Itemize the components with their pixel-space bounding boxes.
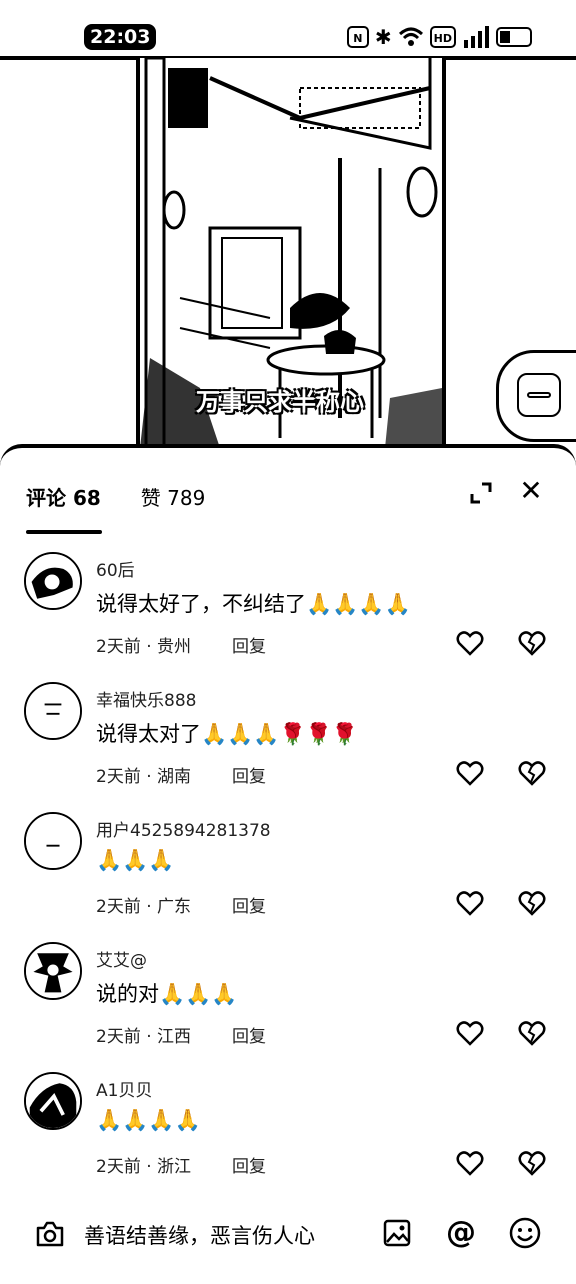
broken-heart-icon[interactable] [518,890,546,916]
comment-time: 2天前 [96,637,141,657]
nfc-icon: N [346,26,369,48]
comment-text: 🙏🙏🙏🙏 [96,1108,201,1132]
active-tab-indicator [26,530,102,534]
comment-time: 2天前 [96,897,141,917]
comment-text: 说得太好了，不纠结了🙏🙏🙏🙏 [96,592,411,616]
status-time: 22:03 [84,24,157,50]
hd-icon: HD [429,26,456,48]
emoji-icon[interactable] [508,1216,542,1250]
status-bar: 22:03 N ✱ HD [0,0,576,52]
mention-icon[interactable]: @ [446,1216,476,1250]
avatar[interactable] [24,552,82,610]
heart-icon[interactable] [456,630,484,656]
floating-menu-button[interactable] [496,350,576,442]
signal-icon [464,26,489,48]
comment-text: 说得太对了🙏🙏🙏🌹🌹🌹 [96,722,358,746]
comment-location: 贵州 [157,637,192,657]
reply-button[interactable]: 回复 [232,892,266,917]
reply-button[interactable]: 回复 [232,1022,266,1047]
avatar[interactable] [24,942,82,1000]
comment-time: 2天前 [96,1027,141,1047]
comment-input-bar[interactable]: 善语结善缘，恶言伤人心 @ [0,1206,576,1266]
comment-text: 🙏🙏🙏 [96,848,175,872]
image-icon[interactable] [382,1218,412,1248]
comment-item: 幸福快乐888 说得太对了🙏🙏🙏🌹🌹🌹 2天前 · 湖南 回复 [0,682,576,812]
bluetooth-icon: ✱ [374,25,392,49]
reply-button[interactable]: 回复 [232,632,266,657]
video-subtitle: 万事只求半称心 [196,388,364,416]
status-icons: N ✱ HD [346,24,532,50]
comment-location: 广东 [157,897,192,917]
comment-sheet: 评论 68 赞 789 ✕ 60后 说得太好了，不纠结了🙏🙏🙏🙏 2天前 · 贵… [0,444,576,1284]
comment-username[interactable]: 用户4525894281378 [96,816,271,841]
camera-icon[interactable] [34,1218,66,1250]
broken-heart-icon[interactable] [518,760,546,786]
comment-time: 2天前 [96,767,141,787]
heart-icon[interactable] [456,890,484,916]
reply-button[interactable]: 回复 [232,762,266,787]
tab-comments[interactable]: 评论 68 [26,482,101,511]
comment-meta: 2天前 · 贵州 [96,637,192,657]
broken-heart-icon[interactable] [518,1150,546,1176]
comment-item: 用户4525894281378 🙏🙏🙏 2天前 · 广东 回复 [0,812,576,942]
broken-heart-icon[interactable] [518,630,546,656]
comment-time: 2天前 [96,1157,141,1177]
comment-list: 60后 说得太好了，不纠结了🙏🙏🙏🙏 2天前 · 贵州 回复 幸福快乐888 说… [0,552,576,1202]
close-icon[interactable]: ✕ [516,476,546,506]
comment-item: A1贝贝 🙏🙏🙏🙏 2天前 · 浙江 回复 [0,1072,576,1202]
comment-meta: 2天前 · 广东 [96,897,192,917]
wifi-icon [398,27,423,46]
more-icon [517,373,561,417]
comment-username[interactable]: 60后 [96,556,135,581]
broken-heart-icon[interactable] [518,1020,546,1046]
comment-item: 艾艾@ 说的对🙏🙏🙏 2天前 · 江西 回复 [0,942,576,1072]
heart-icon[interactable] [456,1020,484,1046]
comment-tabs: 评论 68 赞 789 [26,482,205,511]
heart-icon[interactable] [456,760,484,786]
comment-location: 江西 [157,1027,192,1047]
heart-icon[interactable] [456,1150,484,1176]
avatar[interactable] [24,682,82,740]
comment-meta: 2天前 · 江西 [96,1027,192,1047]
comment-meta: 2天前 · 湖南 [96,767,192,787]
comment-text: 说的对🙏🙏🙏 [96,982,238,1006]
comment-username[interactable]: 幸福快乐888 [96,686,196,711]
comment-meta: 2天前 · 浙江 [96,1157,192,1177]
avatar[interactable] [24,1072,82,1130]
reply-button[interactable]: 回复 [232,1152,266,1177]
avatar[interactable] [24,812,82,870]
comment-item: 60后 说得太好了，不纠结了🙏🙏🙏🙏 2天前 · 贵州 回复 [0,552,576,682]
comment-location: 浙江 [157,1157,192,1177]
comment-username[interactable]: 艾艾@ [96,946,147,971]
expand-icon[interactable] [466,478,496,508]
battery-icon [496,27,532,47]
comment-username[interactable]: A1贝贝 [96,1076,152,1101]
comment-location: 湖南 [157,767,192,787]
tab-likes[interactable]: 赞 789 [141,482,206,511]
comment-input-placeholder[interactable]: 善语结善缘，恶言伤人心 [84,1220,315,1250]
